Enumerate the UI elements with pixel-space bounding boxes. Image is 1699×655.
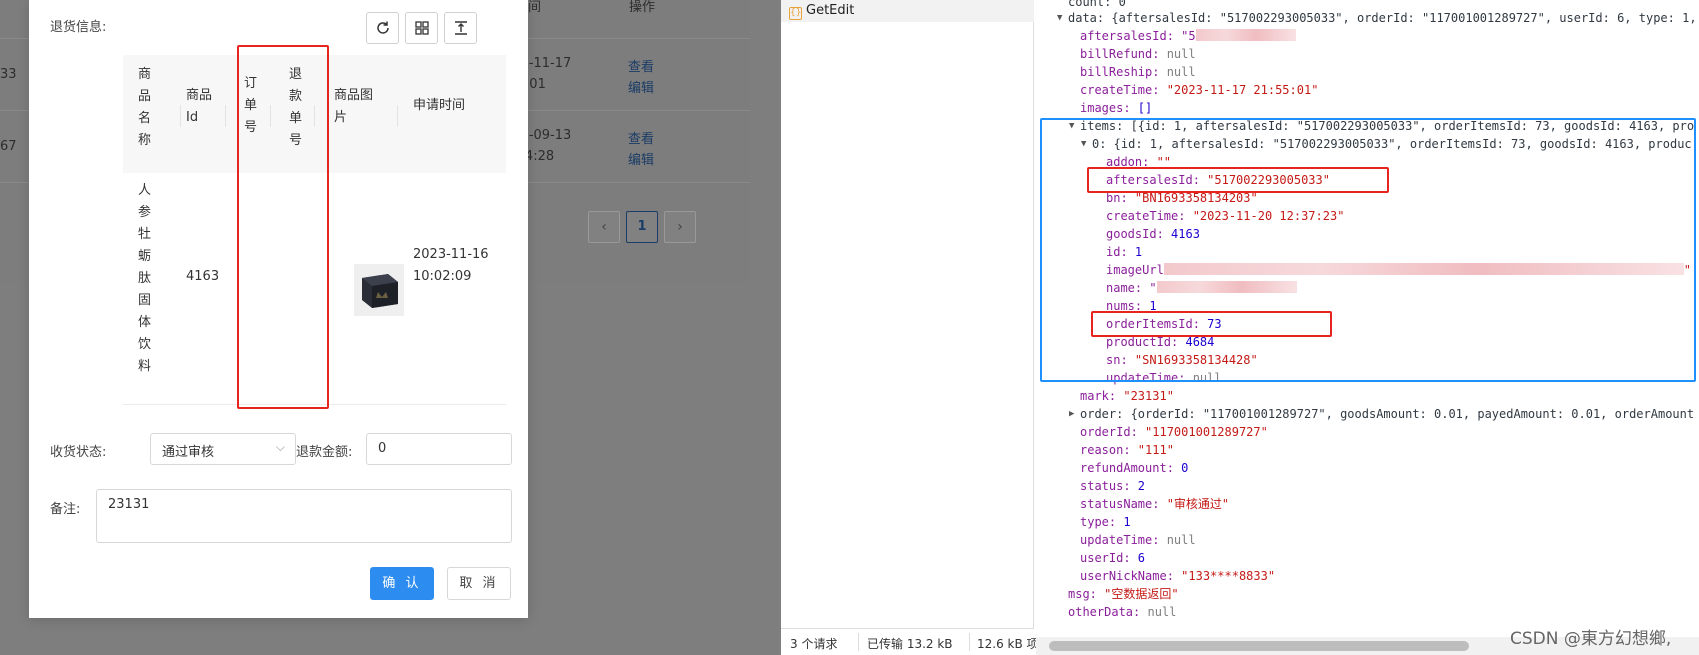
th-goods-image: 商品图片: [334, 88, 374, 125]
json-reason: reason: "111": [1080, 443, 1174, 457]
json-mark: mark: "23131": [1080, 389, 1174, 403]
highlight-items-block: [1040, 118, 1696, 382]
request-name: GetEdit: [806, 3, 855, 18]
refund-amount-label: 退款金额:: [296, 445, 353, 460]
network-status-bar: 3 个请求 已传输 13.2 kB 12.6 kB 项: [781, 628, 1039, 655]
td-apply-time: 10:02:09: [413, 269, 472, 284]
columns-button[interactable]: [405, 12, 438, 44]
refund-amount-input[interactable]: 0: [366, 433, 512, 465]
refresh-button[interactable]: [366, 12, 399, 44]
json-status-name: statusName: "审核通过": [1080, 497, 1230, 511]
horizontal-scrollbar-thumb[interactable]: [1049, 641, 1469, 651]
request-list: {} GetEdit 3 个请求 已传输 13.2 kB 12.6 kB 项: [781, 0, 1039, 655]
td-apply-date: 2023-11-16: [413, 247, 489, 262]
json-refund-amount: refundAmount: 0: [1080, 461, 1189, 475]
csdn-watermark: CSDN @東方幻想鄉,: [1510, 629, 1672, 649]
status-separator: [969, 633, 970, 651]
td-goods-id: 4163: [186, 269, 220, 284]
json-images: images: []: [1080, 101, 1153, 115]
bg-row2-id: 67: [0, 139, 17, 154]
receive-status-value: 通过审核: [162, 445, 215, 460]
expand-arrow-icon[interactable]: ▶: [1069, 409, 1074, 419]
remark-label: 备注:: [50, 502, 81, 517]
expand-arrow-icon[interactable]: ▼: [1057, 13, 1062, 23]
bg-row1-id: 33: [0, 67, 17, 82]
json-create-time: createTime: "2023-11-17 21:55:01": [1080, 83, 1319, 97]
request-item-getedit[interactable]: {} GetEdit: [781, 0, 1034, 22]
highlight-order-items-id: [1091, 311, 1332, 337]
json-status: status: 2: [1080, 479, 1146, 493]
return-info-label: 退货信息:: [50, 20, 107, 35]
pagination-next-button[interactable]: ›: [664, 211, 696, 243]
json-aftersales-id: aftersalesId: "5: [1080, 28, 1296, 45]
bg-row2-view-link[interactable]: 查看: [628, 128, 654, 147]
chevron-down-icon: ⌵: [275, 440, 285, 454]
devtools-network-panel: {} GetEdit 3 个请求 已传输 13.2 kB 12.6 kB 项 co…: [781, 0, 1699, 655]
json-other-data: otherData: null: [1068, 605, 1177, 619]
row-height-button[interactable]: [444, 12, 477, 44]
json-order-summary[interactable]: order: {orderId: "117001001289727", good…: [1080, 406, 1694, 423]
bg-header-actions: 操作: [629, 0, 656, 15]
status-transferred: 已传输 13.2 kB: [867, 637, 953, 651]
xhr-icon: {}: [789, 7, 802, 20]
json-bill-reship: billReship: null: [1080, 65, 1196, 79]
highlight-empty-columns: [237, 45, 329, 409]
column-separator: [180, 105, 181, 127]
th-apply-time: 申请时间: [413, 98, 466, 113]
pagination-page-1[interactable]: 1: [626, 211, 658, 243]
cancel-button[interactable]: 取 消: [447, 567, 511, 600]
return-edit-dialog: 退货信息: 商品名称 商品Id 订单号 退款单号 商品图片 申请时间 人参牡蛎肽…: [29, 0, 528, 618]
column-separator: [397, 105, 398, 127]
json-update-time: updateTime: null: [1080, 533, 1196, 547]
bg-row2-edit-link[interactable]: 编辑: [628, 149, 654, 168]
grid-icon: [414, 21, 429, 35]
redacted-blur: [1195, 29, 1296, 41]
json-msg: msg: "空数据返回": [1068, 587, 1179, 601]
status-separator: [858, 633, 859, 651]
goods-image-thumbnail[interactable]: [354, 264, 404, 316]
column-separator: [225, 105, 226, 127]
json-data-summary[interactable]: data: {aftersalesId: "517002293005033", …: [1068, 10, 1697, 27]
json-user-nickname: userNickName: "133****8833": [1080, 569, 1276, 583]
status-resources: 12.6 kB 项: [977, 637, 1039, 651]
bg-row1-view-link[interactable]: 查看: [628, 56, 654, 75]
receive-status-select[interactable]: 通过审核 ⌵: [150, 433, 296, 465]
product-box-image: [354, 264, 404, 316]
json-type: type: 1: [1080, 515, 1131, 529]
confirm-button[interactable]: 确 认: [370, 567, 434, 600]
td-goods-name: 人参牡蛎肽固体饮料: [138, 183, 152, 374]
remark-textarea[interactable]: 23131: [96, 489, 512, 543]
bg-row1-edit-link[interactable]: 编辑: [628, 77, 654, 96]
th-goods-name: 商品名称: [138, 67, 152, 148]
json-bill-refund: billRefund: null: [1080, 47, 1196, 61]
pagination-prev-button[interactable]: ‹: [588, 211, 620, 243]
text-height-icon: [454, 21, 467, 35]
th-goods-id: 商品Id: [186, 88, 213, 125]
response-preview: count: 0 ▼ data: {aftersalesId: "5170022…: [1036, 0, 1699, 655]
json-order-id: orderId: "117001001289727": [1080, 425, 1268, 439]
highlight-aftersales-id: [1087, 167, 1389, 193]
status-requests: 3 个请求: [790, 637, 838, 651]
refresh-icon: [376, 21, 389, 34]
receive-status-label: 收货状态:: [50, 445, 107, 460]
json-user-id: userId: 6: [1080, 551, 1146, 565]
